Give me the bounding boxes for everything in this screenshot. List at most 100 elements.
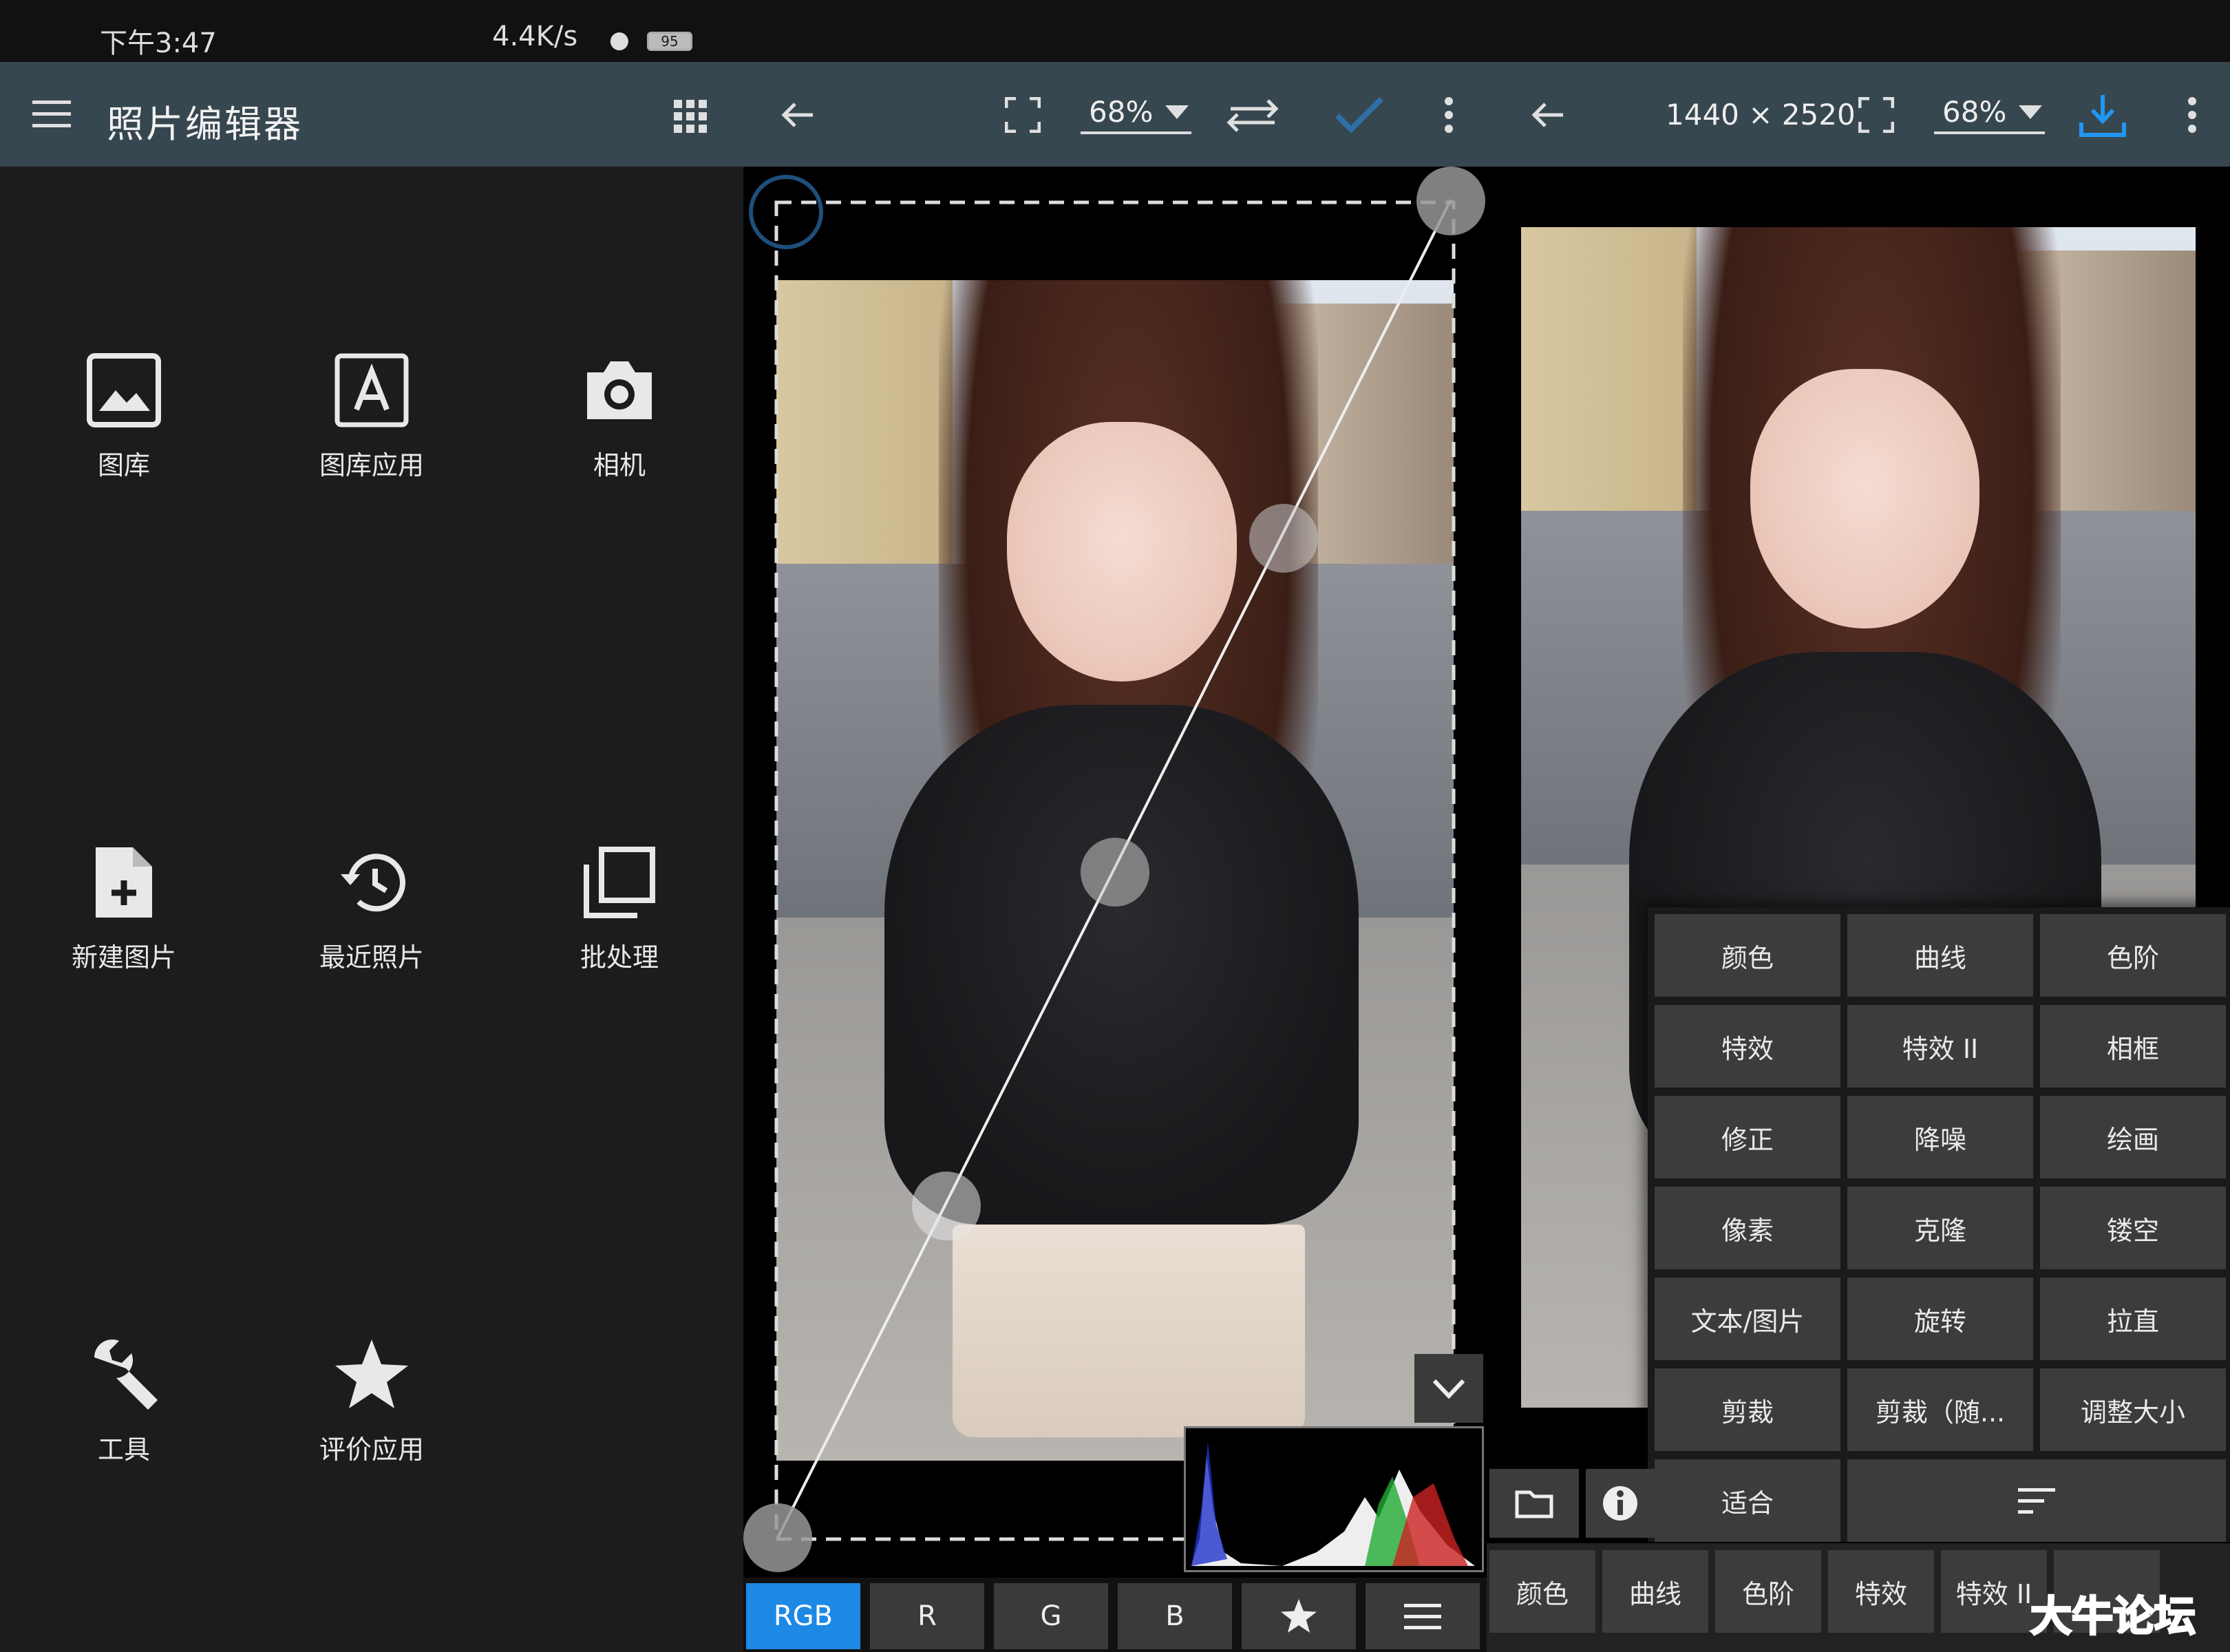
tile-label: 批处理 xyxy=(580,942,659,973)
home-panel: 图库 图库应用 相机 新建图片 最近照片 批处理 工具 评价应用 xyxy=(0,167,743,1652)
menu-item[interactable]: 特效 xyxy=(1655,1005,1840,1088)
tile-label: 图库应用 xyxy=(319,450,424,480)
editor-toolbar: 1440 × 2520 68% xyxy=(1494,62,2230,167)
menu-item[interactable]: 颜色 xyxy=(1655,914,1840,997)
tile-tools[interactable]: 工具 xyxy=(7,1333,241,1512)
app-toolbar: 照片编辑器 xyxy=(0,62,743,167)
histogram xyxy=(1184,1426,1484,1572)
info-icon xyxy=(1603,1486,1637,1521)
menu-item[interactable]: 文本/图片 xyxy=(1655,1278,1840,1360)
tile-new-image[interactable]: 新建图片 xyxy=(7,841,241,1020)
fullscreen-icon[interactable] xyxy=(1855,94,1898,136)
sort-button[interactable] xyxy=(1847,1459,2226,1542)
batch-layers-icon xyxy=(578,841,661,924)
tile-rate-app[interactable]: 评价应用 xyxy=(255,1333,489,1512)
strip-item[interactable]: 色阶 xyxy=(1715,1550,1821,1633)
grid-apps-icon[interactable] xyxy=(668,94,713,139)
folder-icon xyxy=(1515,1490,1553,1518)
curve-point[interactable] xyxy=(1081,838,1149,907)
menu-item[interactable]: 像素 xyxy=(1655,1187,1840,1269)
download-save-icon[interactable] xyxy=(2075,89,2130,140)
tile-label: 工具 xyxy=(97,1434,150,1465)
battery-icon: 95 xyxy=(647,32,692,51)
dropdown-arrow-icon xyxy=(1165,105,1189,119)
menu-item[interactable]: 曲线 xyxy=(1847,914,2033,997)
strip-item[interactable]: 颜色 xyxy=(1489,1550,1595,1633)
menu-item[interactable]: 调整大小 xyxy=(2040,1368,2226,1451)
zoom-value: 68% xyxy=(1942,95,2007,129)
tool-menu: 颜色 曲线 色阶 特效 特效 II 相框 修正 降噪 绘画 像素 克隆 镂空 文… xyxy=(1648,907,2230,1542)
menu-item[interactable]: 色阶 xyxy=(2040,914,2226,997)
menu-item[interactable]: 剪裁 xyxy=(1655,1368,1840,1451)
channel-g-button[interactable]: G xyxy=(994,1583,1108,1649)
zoom-dropdown[interactable]: 68% xyxy=(1934,95,2046,134)
menu-item[interactable]: 适合 xyxy=(1655,1459,1840,1542)
history-icon xyxy=(330,841,413,924)
status-bar: 下午3:47 4.4K/s ● 95 xyxy=(0,0,2230,62)
menu-item[interactable]: 克隆 xyxy=(1847,1187,2033,1269)
curve-point-bottom[interactable] xyxy=(743,1503,812,1572)
more-vert-icon[interactable] xyxy=(1438,92,1459,138)
image-dimensions: 1440 × 2520 xyxy=(1666,98,1856,131)
curve-point[interactable] xyxy=(912,1172,981,1240)
app-title: 照片编辑器 xyxy=(107,103,303,146)
menu-item[interactable]: 修正 xyxy=(1655,1096,1840,1178)
camera-icon xyxy=(578,349,661,432)
zoom-value: 68% xyxy=(1089,95,1154,129)
menu-item[interactable]: 降噪 xyxy=(1847,1096,2033,1178)
curve-point[interactable] xyxy=(1249,504,1318,573)
dropdown-arrow-icon xyxy=(2019,105,2043,119)
info-button[interactable] xyxy=(1586,1469,1655,1538)
tile-gallery-app[interactable]: 图库应用 xyxy=(255,349,489,528)
tile-label: 图库 xyxy=(97,450,150,480)
sort-icon xyxy=(2018,1488,2055,1514)
tile-label: 新建图片 xyxy=(71,942,176,973)
menu-icon xyxy=(1404,1604,1441,1629)
strip-item[interactable]: 特效 xyxy=(1828,1550,1934,1633)
menu-icon[interactable] xyxy=(28,94,76,135)
image-icon xyxy=(83,349,165,432)
tile-recent-photos[interactable]: 最近照片 xyxy=(255,841,489,1020)
strip-item[interactable]: 曲线 xyxy=(1602,1550,1708,1633)
wifi-icon: ● xyxy=(609,26,630,54)
star-icon xyxy=(330,1333,413,1416)
back-arrow-icon[interactable] xyxy=(774,92,820,138)
chevron-down-icon xyxy=(1432,1379,1465,1399)
channel-bar: RGB R G B xyxy=(743,1578,1494,1652)
open-folder-button[interactable] xyxy=(1489,1469,1579,1538)
collapse-chevron-button[interactable] xyxy=(1414,1354,1483,1423)
tile-label: 评价应用 xyxy=(319,1434,424,1465)
tile-gallery[interactable]: 图库 xyxy=(7,349,241,528)
more-vert-icon[interactable] xyxy=(2182,92,2202,138)
status-network-speed: 4.4K/s xyxy=(492,21,578,52)
curves-toolbar: 68% xyxy=(743,62,1494,167)
menu-item[interactable]: 剪裁（随... xyxy=(1847,1368,2033,1451)
channel-menu-button[interactable] xyxy=(1366,1583,1480,1649)
tile-label: 最近照片 xyxy=(319,942,424,973)
menu-item[interactable]: 特效 II xyxy=(1847,1005,2033,1088)
fullscreen-icon[interactable] xyxy=(1001,94,1044,136)
tile-batch[interactable]: 批处理 xyxy=(502,841,736,1020)
wrench-icon xyxy=(83,1333,165,1416)
menu-item[interactable]: 拉直 xyxy=(2040,1278,2226,1360)
curve-point-top[interactable] xyxy=(1416,167,1485,235)
tile-camera[interactable]: 相机 xyxy=(502,349,736,528)
channel-b-button[interactable]: B xyxy=(1118,1583,1232,1649)
favorite-star-button[interactable] xyxy=(1242,1583,1356,1649)
menu-item[interactable]: 镂空 xyxy=(2040,1187,2226,1269)
tile-label: 相机 xyxy=(593,450,646,480)
back-arrow-icon[interactable] xyxy=(1525,92,1570,138)
menu-item[interactable]: 绘画 xyxy=(2040,1096,2226,1178)
star-icon xyxy=(1281,1598,1317,1633)
channel-rgb-button[interactable]: RGB xyxy=(746,1583,860,1649)
apply-check-icon[interactable] xyxy=(1332,92,1387,138)
new-file-icon xyxy=(83,841,165,924)
menu-item[interactable]: 旋转 xyxy=(1847,1278,2033,1360)
watermark-logo: 大牛论坛 xyxy=(2030,1592,2197,1642)
status-time: 下午3:47 xyxy=(100,28,217,59)
curve-origin-handle[interactable] xyxy=(749,175,823,249)
compare-swap-icon[interactable] xyxy=(1222,92,1284,138)
channel-r-button[interactable]: R xyxy=(870,1583,984,1649)
zoom-dropdown[interactable]: 68% xyxy=(1081,95,1192,134)
menu-item[interactable]: 相框 xyxy=(2040,1005,2226,1088)
